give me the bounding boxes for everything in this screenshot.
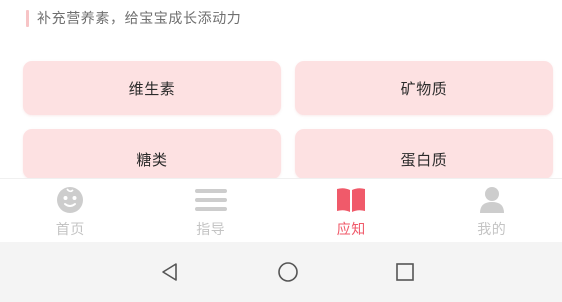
category-label: 维生素 (128, 79, 176, 98)
tab-home[interactable]: 首页 (0, 179, 141, 243)
tab-label: 我的 (477, 222, 507, 238)
book-icon (335, 185, 367, 215)
recent-apps-icon[interactable] (393, 260, 417, 284)
category-label: 糖类 (136, 151, 168, 169)
tab-knowledge[interactable]: 应知 (281, 179, 422, 243)
bottom-tab-bar: 首页 指导 应知 我的 (0, 178, 562, 243)
category-label: 蛋白质 (400, 151, 448, 169)
tab-label: 指导 (196, 222, 226, 238)
category-card-protein[interactable]: 蛋白质 (295, 129, 553, 179)
tab-label: 首页 (55, 222, 85, 238)
tab-guide[interactable]: 指导 (141, 179, 282, 243)
section-header: 补充营养素，给宝宝成长添动力 (26, 8, 241, 28)
page: 补充营养素，给宝宝成长添动力 维生素 矿物质 糖类 蛋白质 首页 指导 应知 我… (0, 0, 562, 302)
menu-lines-icon (194, 185, 227, 215)
header-text: 补充营养素，给宝宝成长添动力 (37, 11, 242, 27)
category-card-mineral[interactable]: 矿物质 (295, 61, 553, 115)
home-icon[interactable] (276, 260, 300, 284)
back-icon[interactable] (158, 260, 182, 284)
tab-profile[interactable]: 我的 (422, 179, 562, 243)
category-card-vitamin[interactable]: 维生素 (23, 61, 281, 115)
tab-label: 应知 (336, 222, 366, 238)
category-card-carbohydrate[interactable]: 糖类 (23, 129, 281, 179)
person-icon (476, 185, 508, 215)
header-accent-bar (26, 9, 29, 27)
baby-face-icon (54, 185, 86, 215)
category-label: 矿物质 (400, 79, 448, 98)
system-nav-bar (0, 242, 562, 302)
